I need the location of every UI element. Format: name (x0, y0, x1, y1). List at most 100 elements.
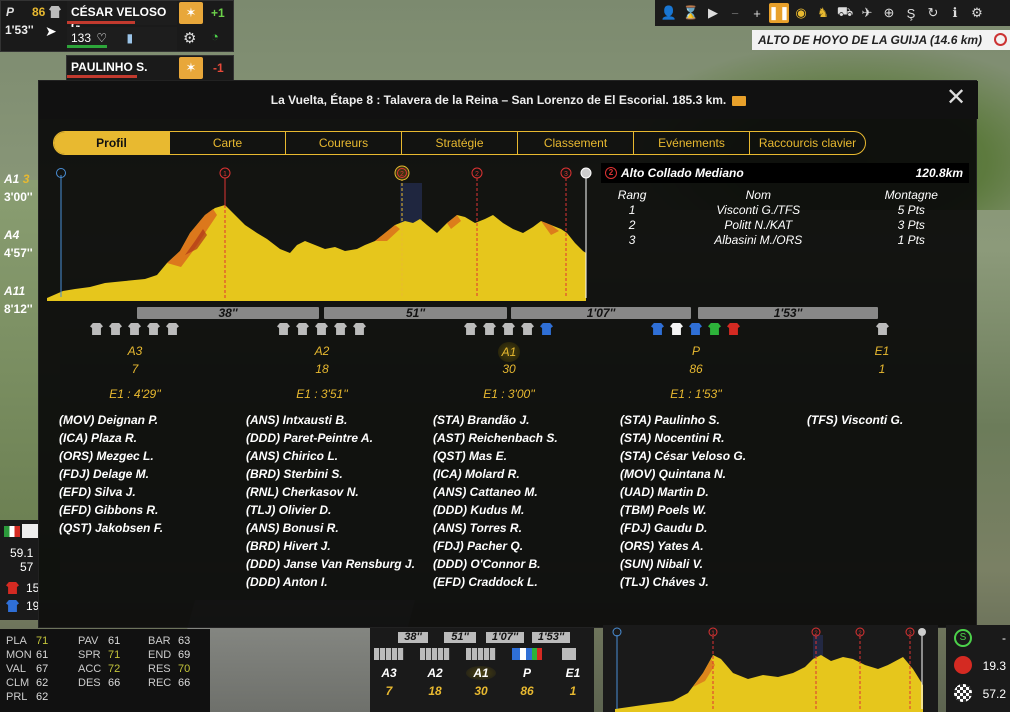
blue-jersey-icon[interactable] (689, 323, 702, 335)
gear-icon[interactable]: ⚙ (967, 3, 987, 23)
stage-profile[interactable]: 1 2 2 3 (45, 163, 595, 301)
rider-entry[interactable]: (FDJ) Pacher Q. (433, 537, 558, 555)
jersey-icon[interactable] (109, 323, 122, 335)
mini-jerseys[interactable] (562, 648, 576, 660)
group-label[interactable]: E1 (852, 344, 912, 358)
rider-entry[interactable]: (SUN) Nibali V. (620, 555, 746, 573)
rider-entry[interactable]: (QST) Mas E. (433, 447, 558, 465)
rider-entry[interactable]: (STA) Nocentini R. (620, 429, 746, 447)
close-button[interactable]: ✕ (944, 86, 968, 111)
rider-entry[interactable]: (STA) Paulinho S. (620, 411, 746, 429)
wheel-icon[interactable]: ⊕ (879, 3, 899, 23)
loop-icon[interactable]: ↻ (923, 3, 943, 23)
tab-classement[interactable]: Classement (518, 132, 634, 154)
mini-group-label[interactable]: A2 (420, 666, 450, 680)
rider-entry[interactable]: (ANS) Bonusi R. (246, 519, 415, 537)
tab-profil[interactable]: Profil (54, 132, 170, 154)
settings-icon[interactable]: ⚙ (183, 29, 196, 47)
jersey-icon[interactable] (296, 323, 309, 335)
group-label[interactable]: A3 (105, 344, 165, 358)
moto-icon[interactable]: ♞ (813, 3, 833, 23)
tab-carte[interactable]: Carte (170, 132, 286, 154)
rider-entry[interactable]: (AST) Reichenbach S. (433, 429, 558, 447)
plus-icon[interactable]: + (747, 3, 767, 23)
tv-icon[interactable] (732, 95, 747, 106)
mini-profile-panel[interactable]: 1 2 2 3 (603, 625, 938, 712)
jersey-icon[interactable] (353, 323, 366, 335)
attack-order-icon[interactable]: ✶ (179, 2, 203, 24)
rider-entry[interactable]: (BRD) Sterbini S. (246, 465, 415, 483)
rider-entry[interactable]: (ORS) Mezgec L. (59, 447, 163, 465)
white-jersey-icon[interactable] (670, 323, 683, 335)
jersey-icon[interactable] (147, 323, 160, 335)
rider-entry[interactable]: (UAD) Martin D. (620, 483, 746, 501)
green-jersey-icon[interactable] (708, 323, 721, 335)
jersey-icon[interactable] (502, 323, 515, 335)
rider-entry[interactable]: (ANS) Cattaneo M. (433, 483, 558, 501)
play-icon[interactable]: ▶ (703, 3, 723, 23)
jersey-icon[interactable] (166, 323, 179, 335)
tab-raccourcis[interactable]: Raccourcis clavier (750, 132, 865, 154)
jersey-icon[interactable] (315, 323, 328, 335)
rider-entry[interactable]: (DDD) Anton I. (246, 573, 415, 591)
rider-entry[interactable]: (STA) Brandão J. (433, 411, 558, 429)
mini-jerseys[interactable] (374, 648, 404, 660)
group-label-selected[interactable]: A1 (498, 342, 520, 362)
rider-entry[interactable]: (TFS) Visconti G. (807, 411, 903, 429)
jersey-icon[interactable] (464, 323, 477, 335)
rider-entry[interactable]: (TLJ) Olivier D. (246, 501, 415, 519)
rider-entry[interactable]: (STA) César Veloso G. (620, 447, 746, 465)
rider-entry[interactable]: (ANS) Intxausti B. (246, 411, 415, 429)
blue-jersey-icon[interactable] (540, 323, 553, 335)
car-icon[interactable]: ⛟ (835, 3, 855, 23)
mini-jerseys[interactable] (420, 648, 450, 660)
tab-strategie[interactable]: Stratégie (402, 132, 518, 154)
rider-card-paulinho[interactable]: PAULINHO S. ✶ -1 (66, 55, 234, 81)
group-label[interactable]: P (666, 344, 726, 358)
info-icon[interactable]: ℹ (945, 3, 965, 23)
jersey-icon[interactable] (90, 323, 103, 335)
rider-entry[interactable]: (TBM) Poels W. (620, 501, 746, 519)
rider-entry[interactable]: (ORS) Yates A. (620, 537, 746, 555)
rider-entry[interactable]: (TLJ) Cháves J. (620, 573, 746, 591)
jersey-icon[interactable] (334, 323, 347, 335)
camera-s-icon[interactable]: Ş (901, 3, 921, 23)
rider-entry[interactable]: (DDD) O'Connor B. (433, 555, 558, 573)
jersey-icon[interactable] (521, 323, 534, 335)
rider-entry[interactable]: (FDJ) Delage M. (59, 465, 163, 483)
group-label[interactable]: A2 (292, 344, 352, 358)
rider-entry[interactable]: (DDD) Kudus M. (433, 501, 558, 519)
rider-entry[interactable]: (ANS) Torres R. (433, 519, 558, 537)
rider-entry[interactable]: (EFD) Gibbons R. (59, 501, 163, 519)
mini-jerseys[interactable] (512, 648, 542, 660)
jersey-icon[interactable] (277, 323, 290, 335)
jersey-icon[interactable] (483, 323, 496, 335)
rider-entry[interactable]: (FDJ) Gaudu D. (620, 519, 746, 537)
helicopter-icon[interactable]: ✈ (857, 3, 877, 23)
tab-evenements[interactable]: Evénements (634, 132, 750, 154)
rider-entry[interactable]: (EFD) Silva J. (59, 483, 163, 501)
rider-entry[interactable]: (RNL) Cherkasov N. (246, 483, 415, 501)
rider-entry[interactable]: (MOV) Quintana N. (620, 465, 746, 483)
pause-icon[interactable]: ❚❚ (768, 3, 790, 23)
jersey-icon[interactable] (876, 323, 889, 335)
jersey-icon[interactable] (128, 323, 141, 335)
rider-entry[interactable]: (DDD) Janse Van Rensburg J. (246, 555, 415, 573)
rider-entry[interactable]: (QST) Jakobsen F. (59, 519, 163, 537)
rider-entry[interactable]: (ICA) Plaza R. (59, 429, 163, 447)
mini-group-label[interactable]: A1 (466, 666, 496, 680)
mini-group-label[interactable]: E1 (558, 666, 588, 680)
red-jersey-icon[interactable] (727, 323, 740, 335)
minus-icon[interactable]: − (725, 3, 745, 23)
mini-jerseys[interactable] (466, 648, 496, 660)
rider-entry[interactable]: (MOV) Deignan P. (59, 411, 163, 429)
blue-jersey-icon[interactable] (651, 323, 664, 335)
rider-entry[interactable]: (BRD) Hivert J. (246, 537, 415, 555)
eye-icon[interactable]: ◉ (791, 3, 811, 23)
rider-entry[interactable]: (ICA) Molard R. (433, 465, 558, 483)
rider-entry[interactable]: (DDD) Paret-Peintre A. (246, 429, 415, 447)
rider-entry[interactable]: (ANS) Chirico L. (246, 447, 415, 465)
rider-card-cesar[interactable]: P 86 1'53'' ➤ CÉSAR VELOSO G. 133 ♡ ▮ ✶ … (0, 0, 234, 52)
rider-entry[interactable]: (EFD) Craddock L. (433, 573, 558, 591)
mini-group-label[interactable]: A3 (374, 666, 404, 680)
